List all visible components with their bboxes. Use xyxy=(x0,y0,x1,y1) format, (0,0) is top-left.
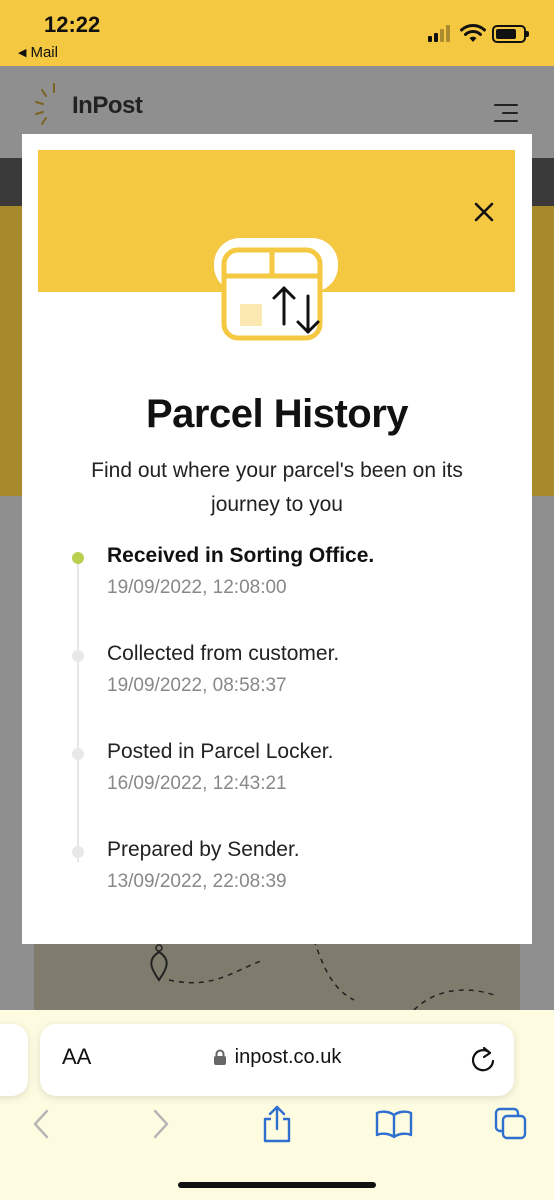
inpost-logo-mark-icon xyxy=(35,83,68,125)
logo-text: InPost xyxy=(72,92,143,119)
back-button[interactable] xyxy=(17,1100,65,1148)
url-text: inpost.co.uk xyxy=(234,1046,342,1068)
event-title: Received in Sorting Office. xyxy=(107,544,375,567)
browser-toolbar xyxy=(0,1100,554,1160)
browser-bottom-bar: AA inpost.co.uk xyxy=(0,1010,554,1200)
battery-icon xyxy=(492,25,529,43)
book-icon xyxy=(375,1110,413,1139)
timeline-dot xyxy=(72,846,84,858)
tabs-icon xyxy=(494,1107,527,1140)
parcel-history-modal: Parcel History Find out where your parce… xyxy=(22,134,532,944)
timeline-event: Received in Sorting Office. 19/09/2022, … xyxy=(66,544,506,614)
share-button[interactable] xyxy=(253,1100,301,1148)
chevron-left-icon xyxy=(33,1109,49,1139)
menu-icon[interactable] xyxy=(494,104,518,122)
timeline-event: Posted in Parcel Locker. 16/09/2022, 12:… xyxy=(66,740,506,810)
event-time: 13/09/2022, 22:08:39 xyxy=(107,871,287,892)
event-time: 19/09/2022, 12:08:00 xyxy=(107,577,287,598)
event-time: 16/09/2022, 12:43:21 xyxy=(107,773,287,794)
share-icon xyxy=(263,1105,291,1143)
timeline-dot xyxy=(72,748,84,760)
event-time: 19/09/2022, 08:58:37 xyxy=(107,675,287,696)
reload-icon[interactable] xyxy=(468,1044,498,1074)
map-illustration xyxy=(34,939,520,1020)
map-route-icon xyxy=(150,939,495,1011)
status-bar: 12:22 ◀ Mail xyxy=(0,0,554,66)
event-title: Collected from customer. xyxy=(107,642,340,665)
back-app-label: Mail xyxy=(30,44,58,61)
forward-button[interactable] xyxy=(137,1100,185,1148)
close-icon xyxy=(474,202,494,222)
chevron-right-icon xyxy=(153,1109,169,1139)
parcel-timeline: Received in Sorting Office. 19/09/2022, … xyxy=(66,544,506,904)
home-indicator xyxy=(178,1182,376,1188)
previous-tab-edge[interactable] xyxy=(0,1024,28,1096)
tabs-button[interactable] xyxy=(487,1100,535,1148)
parcel-locker-icon xyxy=(214,238,338,341)
modal-subtitle: Find out where your parcel's been on its… xyxy=(91,459,463,516)
timeline-dot xyxy=(72,650,84,662)
address-bar[interactable]: AA inpost.co.uk xyxy=(40,1024,514,1096)
timeline-event: Prepared by Sender. 13/09/2022, 22:08:39 xyxy=(66,838,506,908)
cellular-signal-icon xyxy=(428,24,450,42)
lock-icon xyxy=(213,1049,226,1065)
timeline-dot-active xyxy=(72,552,84,564)
back-arrow-icon: ◀ xyxy=(18,47,27,59)
url-display[interactable]: inpost.co.uk xyxy=(40,1046,514,1069)
modal-title: Parcel History xyxy=(145,392,409,436)
event-title: Posted in Parcel Locker. xyxy=(107,740,334,763)
event-title: Prepared by Sender. xyxy=(107,838,300,861)
inpost-logo[interactable]: InPost xyxy=(34,80,143,132)
status-time: 12:22 xyxy=(44,12,101,37)
timeline-event: Collected from customer. 19/09/2022, 08:… xyxy=(66,642,506,712)
bookmarks-button[interactable] xyxy=(370,1100,418,1148)
wifi-icon xyxy=(460,24,486,42)
back-to-app-link[interactable]: ◀ Mail xyxy=(18,44,58,61)
close-button[interactable] xyxy=(468,196,500,228)
